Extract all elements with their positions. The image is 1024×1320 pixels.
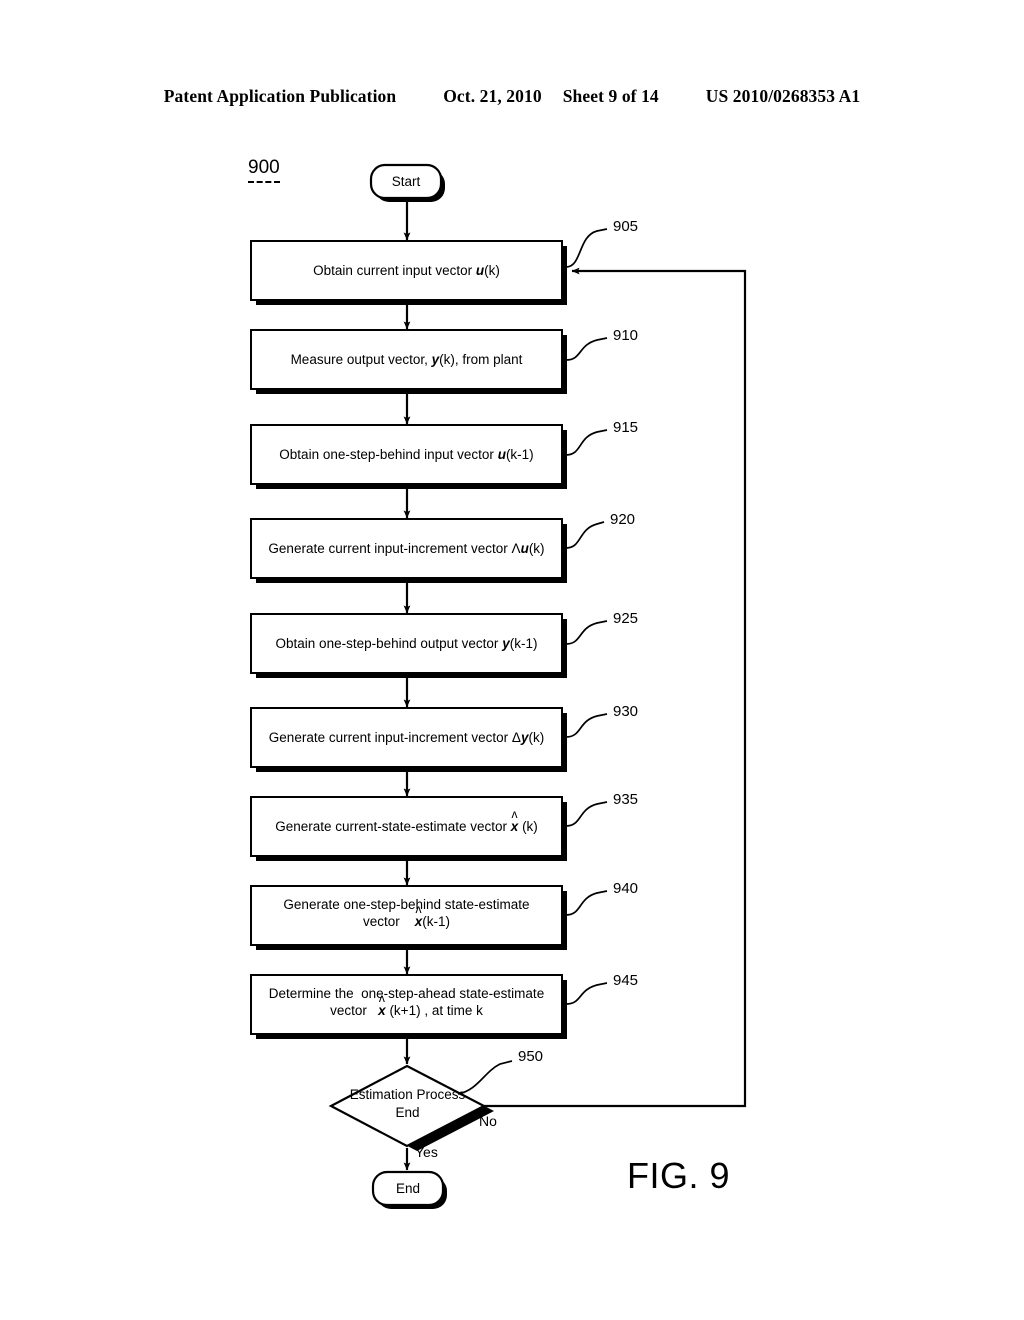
ref-number-935: 935: [613, 791, 639, 808]
ref-number-920: 920: [610, 511, 636, 528]
ref-number-930: 930: [613, 703, 639, 720]
ref-number-915: 915: [613, 419, 639, 436]
leader-915: [565, 429, 608, 456]
leader-930: [565, 713, 608, 738]
figure-caption: FIG. 9: [627, 1155, 731, 1196]
process-box-935: [250, 796, 563, 857]
diagram-number-rule: [248, 181, 280, 183]
decision-no-label: No: [479, 1113, 497, 1129]
process-box-905: [250, 240, 563, 301]
ref-number-945: 945: [613, 972, 639, 989]
diagram-number-text: 900: [248, 157, 280, 178]
diagram-number: 900: [248, 157, 280, 183]
ref-number-910: 910: [613, 327, 639, 344]
flowchart-graphics: [250, 163, 747, 1209]
process-box-925: [250, 613, 563, 674]
leader-920: [565, 521, 605, 549]
process-box-920: [250, 518, 563, 579]
leader-925: [565, 620, 608, 645]
leader-945: [565, 982, 608, 1005]
ref-number-925: 925: [613, 610, 639, 627]
process-box-945: [250, 974, 563, 1035]
ref-number-940: 940: [613, 880, 639, 897]
start-terminal-label: Start: [391, 174, 421, 189]
process-box-910: [250, 329, 563, 390]
end-terminal-label: End: [395, 1181, 421, 1196]
ref-number-950: 950: [518, 1048, 544, 1065]
decision-label: Estimation Process End: [331, 1086, 484, 1122]
process-box-915: [250, 424, 563, 485]
leader-935: [565, 801, 608, 827]
process-box-930: [250, 707, 563, 768]
decision-label-line1: Estimation Process: [349, 1087, 466, 1102]
ref-number-905: 905: [613, 218, 639, 235]
decision-yes-label: Yes: [415, 1144, 438, 1160]
process-box-940: [250, 885, 563, 946]
leader-910: [565, 337, 608, 361]
decision-label-line2: End: [395, 1105, 420, 1121]
flowchart-figure: 900 Start End Estimation Process End No …: [0, 0, 1024, 1320]
leader-940: [565, 890, 608, 916]
leader-905: [565, 228, 608, 268]
